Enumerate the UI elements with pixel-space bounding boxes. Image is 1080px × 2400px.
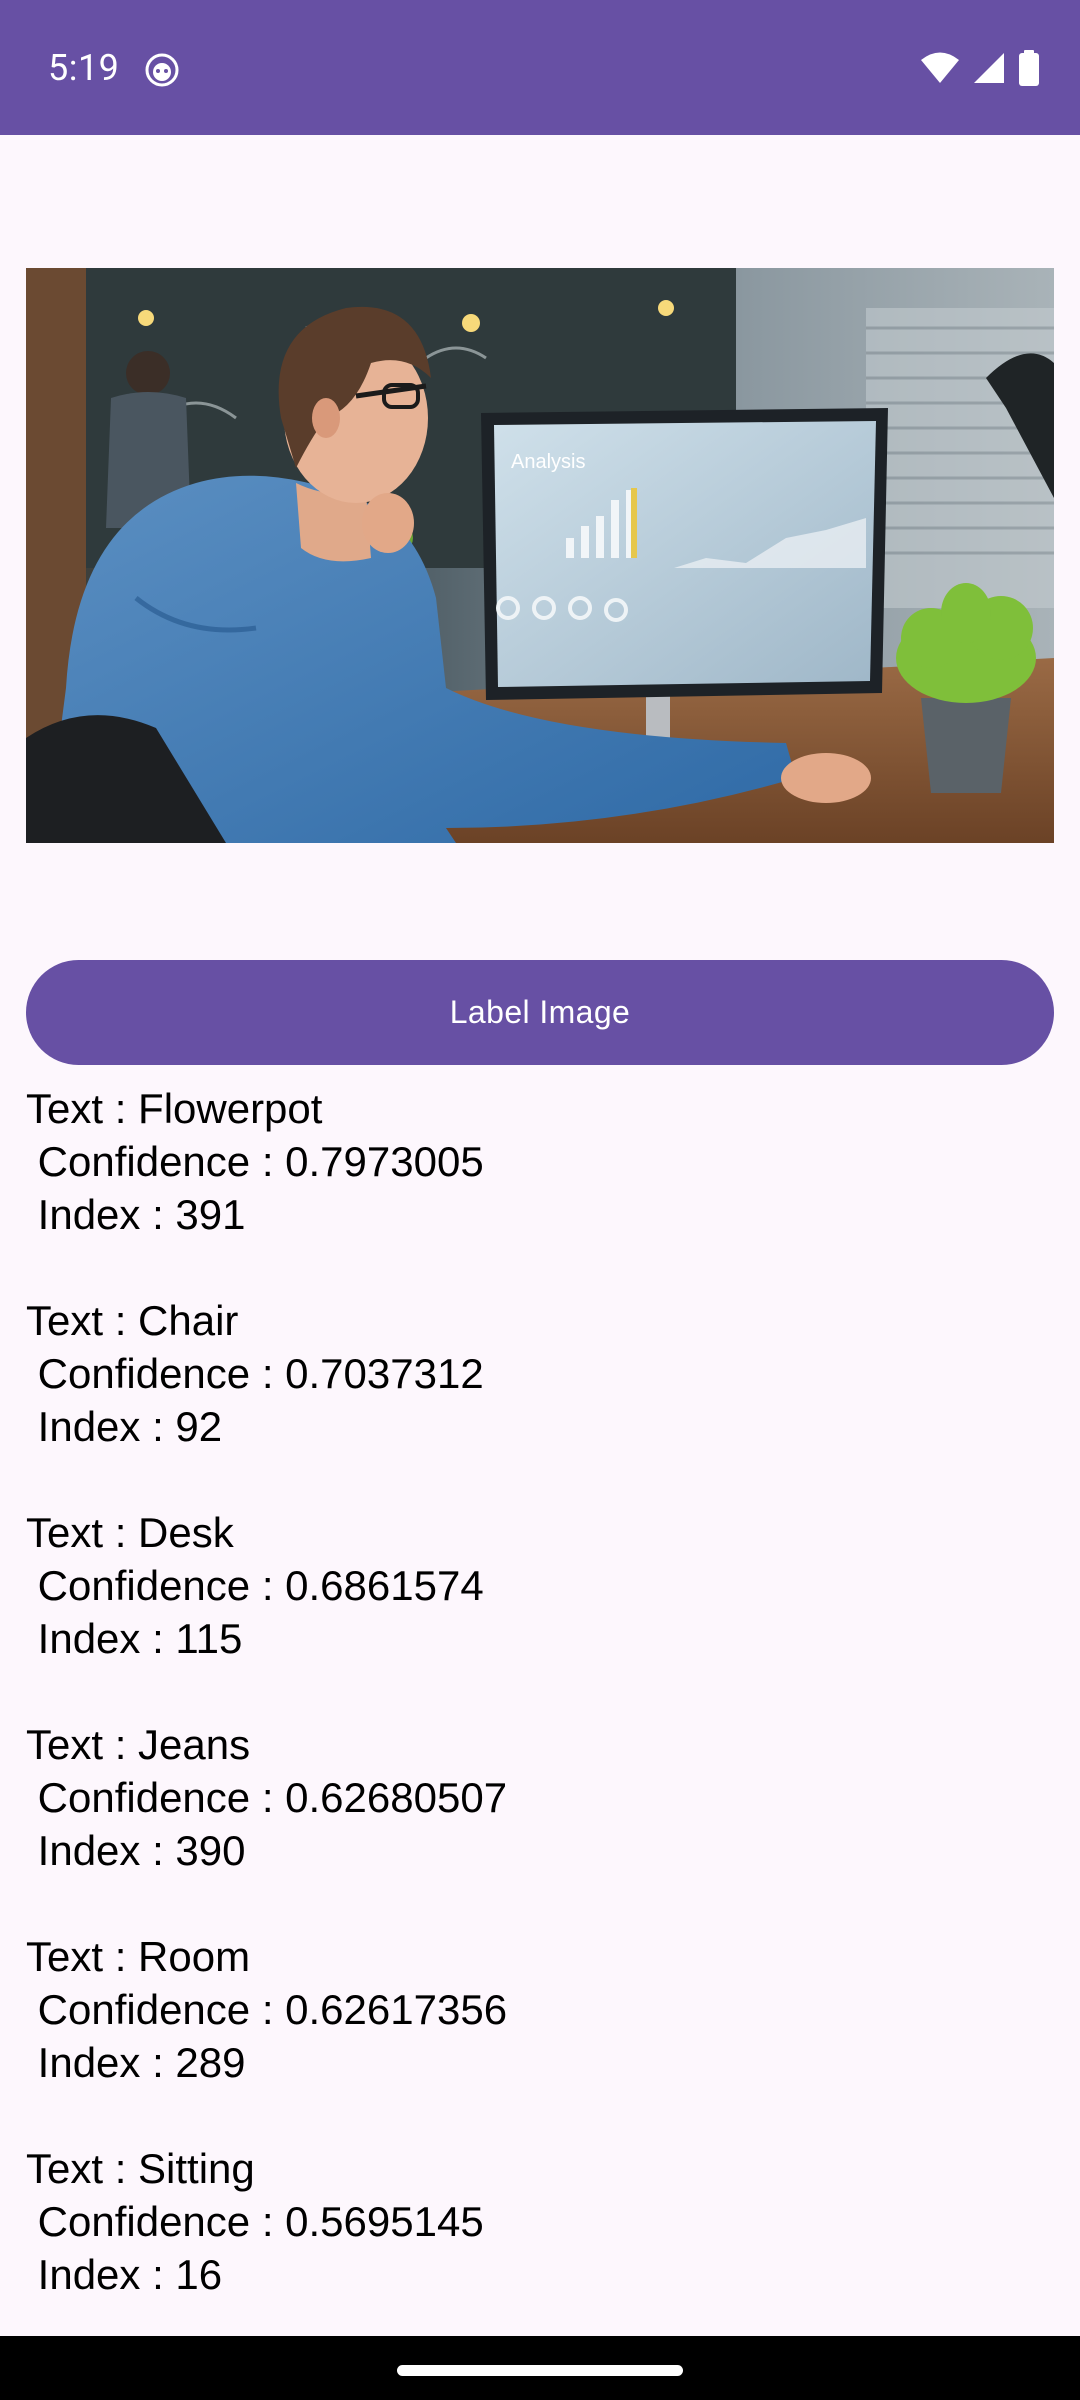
result-confidence: Confidence : 0.62617356 — [26, 1986, 508, 2033]
result-confidence: Confidence : 0.7973005 — [26, 1138, 484, 1185]
face-notification-icon — [145, 53, 179, 87]
svg-text:Analysis: Analysis — [511, 451, 585, 473]
status-time: 5:19 — [48, 47, 120, 89]
label-image-button[interactable]: Label Image — [26, 960, 1054, 1065]
signal-icon — [974, 53, 1004, 83]
result-text: Text : Chair — [26, 1297, 239, 1344]
result-item: Text : Chair Confidence : 0.7037312 Inde… — [26, 1294, 1026, 1453]
result-text: Text : Jeans — [26, 1721, 251, 1768]
status-icons — [920, 50, 1040, 86]
results-list: Text : Flowerpot Confidence : 0.7973005 … — [26, 1082, 1026, 2354]
result-index: Index : 115 — [26, 1615, 243, 1662]
result-item: Text : Sitting Confidence : 0.5695145 In… — [26, 2142, 1026, 2301]
result-index: Index : 92 — [26, 1403, 223, 1450]
result-confidence: Confidence : 0.5695145 — [26, 2198, 484, 2245]
result-index: Index : 16 — [26, 2251, 223, 2298]
result-index: Index : 391 — [26, 1191, 246, 1238]
result-item: Text : Flowerpot Confidence : 0.7973005 … — [26, 1082, 1026, 1241]
status-bar: 5:19 — [0, 0, 1080, 135]
result-confidence: Confidence : 0.7037312 — [26, 1350, 484, 1397]
home-gesture-handle[interactable] — [397, 2365, 683, 2376]
photo-of-man-at-computer: Analysis — [26, 268, 1054, 843]
battery-icon — [1019, 50, 1039, 86]
result-confidence: Confidence : 0.62680507 — [26, 1774, 508, 1821]
result-index: Index : 390 — [26, 1827, 246, 1874]
result-item: Text : Room Confidence : 0.62617356 Inde… — [26, 1930, 1026, 2089]
result-index: Index : 289 — [26, 2039, 246, 2086]
result-text: Text : Flowerpot — [26, 1085, 323, 1132]
result-text: Text : Room — [26, 1933, 251, 1980]
wifi-icon — [921, 52, 959, 83]
input-image: Analysis — [26, 268, 1054, 843]
result-confidence: Confidence : 0.6861574 — [26, 1562, 484, 1609]
result-item: Text : Jeans Confidence : 0.62680507 Ind… — [26, 1718, 1026, 1877]
result-item: Text : Desk Confidence : 0.6861574 Index… — [26, 1506, 1026, 1665]
result-text: Text : Sitting — [26, 2145, 255, 2192]
result-text: Text : Desk — [26, 1509, 234, 1556]
